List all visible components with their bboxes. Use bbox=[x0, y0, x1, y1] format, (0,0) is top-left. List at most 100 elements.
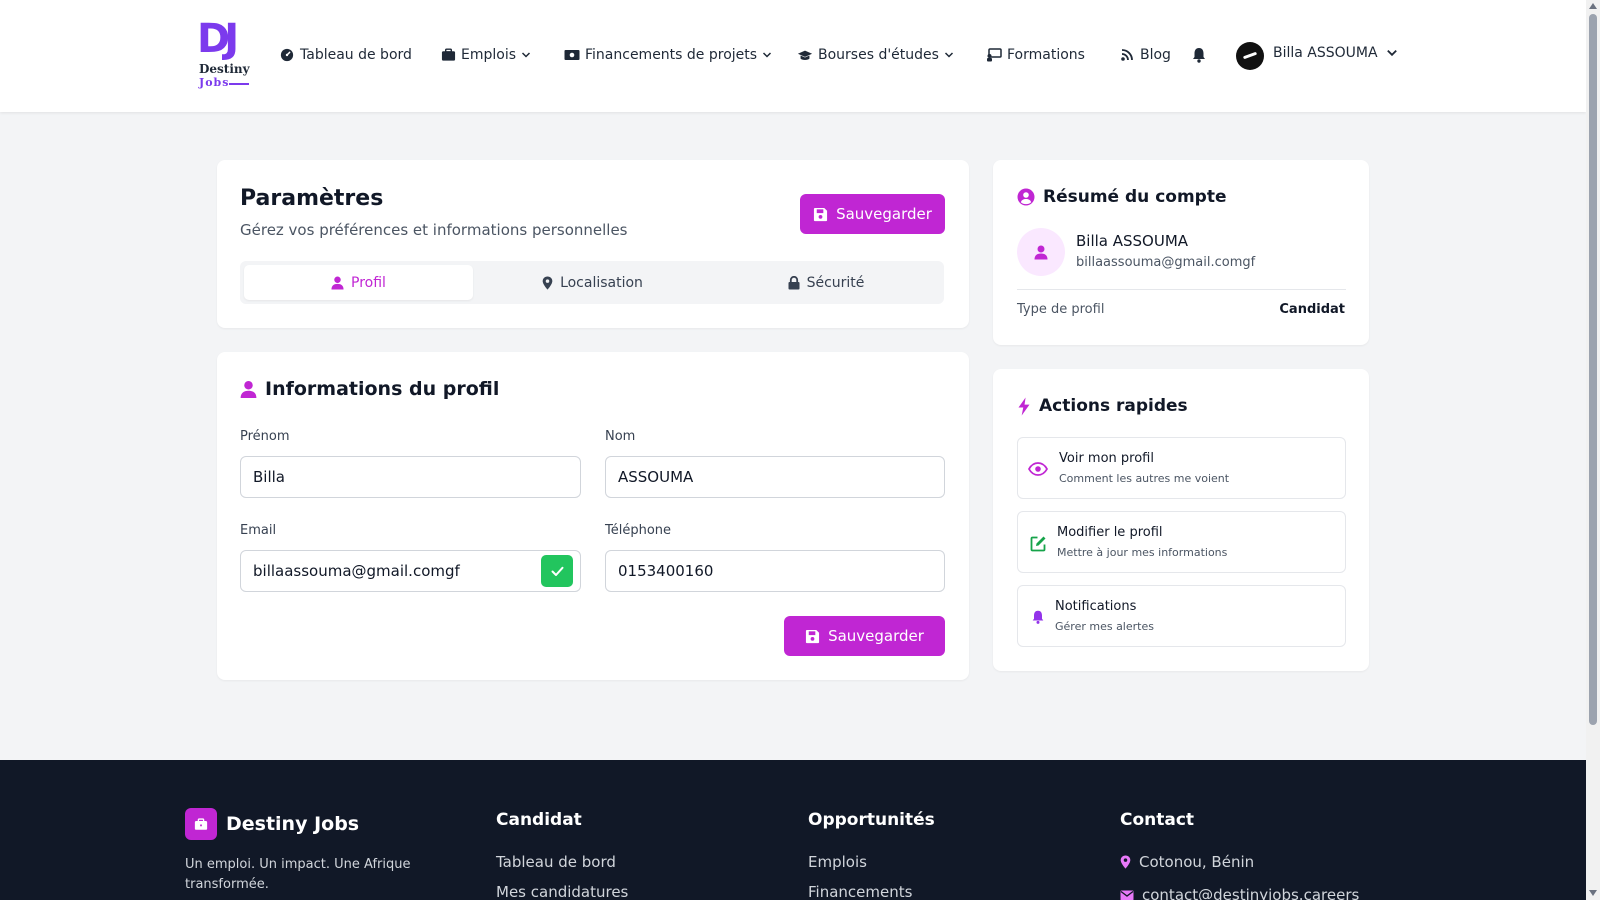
footer-brand[interactable]: Destiny Jobs bbox=[185, 808, 359, 840]
logo-word-jobs: Jobs bbox=[199, 76, 230, 89]
chevron-down-icon bbox=[944, 52, 953, 58]
email-label: Email bbox=[240, 523, 277, 538]
action-view-profile[interactable]: Voir mon profil Comment les autres me vo… bbox=[1017, 437, 1346, 499]
footer-location-text: Cotonou, Bénin bbox=[1139, 853, 1255, 871]
footer-brand-name: Destiny Jobs bbox=[226, 813, 360, 835]
footer-email-text: contact@destinyjobs.careers bbox=[1142, 886, 1360, 900]
save-button-bottom[interactable]: Sauvegarder bbox=[784, 616, 945, 656]
chevron-down-icon bbox=[1386, 49, 1397, 57]
profile-type-label: Type de profil bbox=[1017, 302, 1105, 317]
page-scrollbar[interactable] bbox=[1586, 0, 1600, 900]
briefcase-icon bbox=[440, 47, 456, 63]
action-notifications[interactable]: Notifications Gérer mes alertes bbox=[1017, 585, 1346, 647]
nav-scholarships-label: Bourses d'études bbox=[818, 47, 939, 63]
money-icon bbox=[564, 47, 580, 63]
gauge-icon bbox=[279, 47, 295, 63]
action-view-profile-subtitle: Comment les autres me voient bbox=[1059, 472, 1230, 485]
save-button-top[interactable]: Sauvegarder bbox=[800, 194, 945, 234]
footer-link-jobs[interactable]: Emplois bbox=[808, 853, 867, 871]
footer-col-candidate: Candidat bbox=[496, 810, 582, 830]
bell-icon bbox=[1028, 607, 1048, 627]
chevron-down-icon bbox=[521, 52, 531, 58]
user-menu-name: Billa ASSOUMA bbox=[1273, 45, 1378, 61]
teacher-board-icon bbox=[986, 47, 1002, 63]
nav-dashboard[interactable]: Tableau de bord bbox=[279, 44, 412, 66]
action-edit-profile-title: Modifier le profil bbox=[1057, 525, 1163, 540]
user-avatar[interactable] bbox=[1236, 42, 1264, 70]
floppy-disk-icon bbox=[814, 207, 828, 221]
account-email: billaassouma@gmail.comgf bbox=[1076, 255, 1256, 270]
first-name-label: Prénom bbox=[240, 429, 290, 444]
nav-scholarships[interactable]: Bourses d'études bbox=[797, 44, 954, 66]
footer-link-funding[interactable]: Financements bbox=[808, 883, 912, 900]
envelope-icon bbox=[1120, 890, 1134, 900]
save-button-top-label: Sauvegarder bbox=[836, 205, 932, 223]
tab-profile-label: Profil bbox=[351, 274, 386, 291]
nav-funding-label: Financements de projets bbox=[585, 47, 758, 63]
phone-input[interactable] bbox=[605, 550, 945, 592]
profile-info-title: Informations du profil bbox=[240, 378, 499, 400]
email-verified-badge bbox=[541, 555, 573, 587]
tab-location-label: Localisation bbox=[560, 274, 643, 291]
lightning-icon bbox=[1018, 397, 1030, 415]
map-pin-icon bbox=[1120, 855, 1131, 869]
account-name: Billa ASSOUMA bbox=[1076, 232, 1189, 250]
last-name-input[interactable] bbox=[605, 456, 945, 498]
logo-monogram: DJ bbox=[197, 16, 239, 62]
footer-link-dashboard[interactable]: Tableau de bord bbox=[496, 853, 616, 871]
tab-security[interactable]: Sécurité bbox=[712, 265, 940, 300]
map-pin-icon bbox=[542, 275, 553, 290]
nav-dashboard-label: Tableau de bord bbox=[300, 47, 412, 63]
destiny-jobs-logo[interactable]: DJ Destiny Jobs bbox=[197, 19, 253, 89]
quick-actions-title: Actions rapides bbox=[1017, 396, 1188, 416]
account-summary-title: Résumé du compte bbox=[1017, 187, 1227, 207]
nav-trainings[interactable]: Formations bbox=[986, 44, 1085, 66]
first-name-input[interactable] bbox=[240, 456, 581, 498]
bell-icon[interactable] bbox=[1190, 46, 1208, 64]
eye-icon bbox=[1028, 459, 1048, 479]
user-icon bbox=[1034, 245, 1048, 259]
email-input[interactable] bbox=[240, 550, 581, 592]
user-icon bbox=[240, 380, 257, 398]
profile-type-value: Candidat bbox=[1279, 302, 1345, 317]
last-name-label: Nom bbox=[605, 429, 636, 444]
scroll-up-arrow-icon[interactable] bbox=[1589, 3, 1597, 9]
nav-blog-label: Blog bbox=[1140, 47, 1171, 63]
logo-word-destiny: Destiny bbox=[199, 62, 250, 76]
edit-icon bbox=[1028, 533, 1048, 553]
check-icon bbox=[551, 566, 563, 576]
tab-profile[interactable]: Profil bbox=[244, 265, 473, 300]
tab-location[interactable]: Localisation bbox=[477, 265, 708, 300]
briefcase-icon bbox=[185, 808, 217, 840]
logo-underline bbox=[229, 83, 249, 85]
nav-jobs[interactable]: Emplois bbox=[440, 44, 531, 66]
footer-col-contact: Contact bbox=[1120, 810, 1195, 830]
tab-security-label: Sécurité bbox=[806, 274, 865, 291]
action-edit-profile-subtitle: Mettre à jour mes informations bbox=[1057, 546, 1228, 559]
footer-email[interactable]: contact@destinyjobs.careers bbox=[1120, 886, 1359, 900]
settings-tabs: Profil Localisation Sécurité bbox=[240, 261, 944, 304]
profile-info-title-text: Informations du profil bbox=[265, 378, 500, 400]
top-navbar: DJ Destiny Jobs Tableau de bord Emplois … bbox=[0, 0, 1586, 112]
scroll-thumb[interactable] bbox=[1589, 14, 1597, 725]
user-icon bbox=[331, 276, 344, 289]
nav-funding[interactable]: Financements de projets bbox=[564, 44, 772, 66]
user-circle-icon bbox=[1017, 188, 1035, 206]
user-menu[interactable]: Billa ASSOUMA bbox=[1273, 45, 1398, 61]
action-notifications-subtitle: Gérer mes alertes bbox=[1055, 620, 1154, 633]
footer: Destiny Jobs Un emploi. Un impact. Une A… bbox=[0, 760, 1586, 900]
quick-actions-title-text: Actions rapides bbox=[1039, 396, 1188, 416]
action-edit-profile[interactable]: Modifier le profil Mettre à jour mes inf… bbox=[1017, 511, 1346, 573]
account-summary-title-text: Résumé du compte bbox=[1043, 187, 1227, 207]
lock-icon bbox=[788, 275, 800, 289]
chevron-down-icon bbox=[763, 52, 772, 58]
scroll-down-arrow-icon[interactable] bbox=[1589, 890, 1597, 896]
action-view-profile-title: Voir mon profil bbox=[1059, 451, 1154, 466]
divider bbox=[1017, 289, 1346, 290]
phone-label: Téléphone bbox=[605, 523, 672, 538]
footer-link-applications[interactable]: Mes candidatures bbox=[496, 883, 628, 900]
nav-blog[interactable]: Blog bbox=[1119, 44, 1171, 66]
rss-icon bbox=[1119, 47, 1135, 63]
footer-location: Cotonou, Bénin bbox=[1120, 853, 1254, 871]
footer-col-opportunities: Opportunités bbox=[808, 810, 935, 830]
